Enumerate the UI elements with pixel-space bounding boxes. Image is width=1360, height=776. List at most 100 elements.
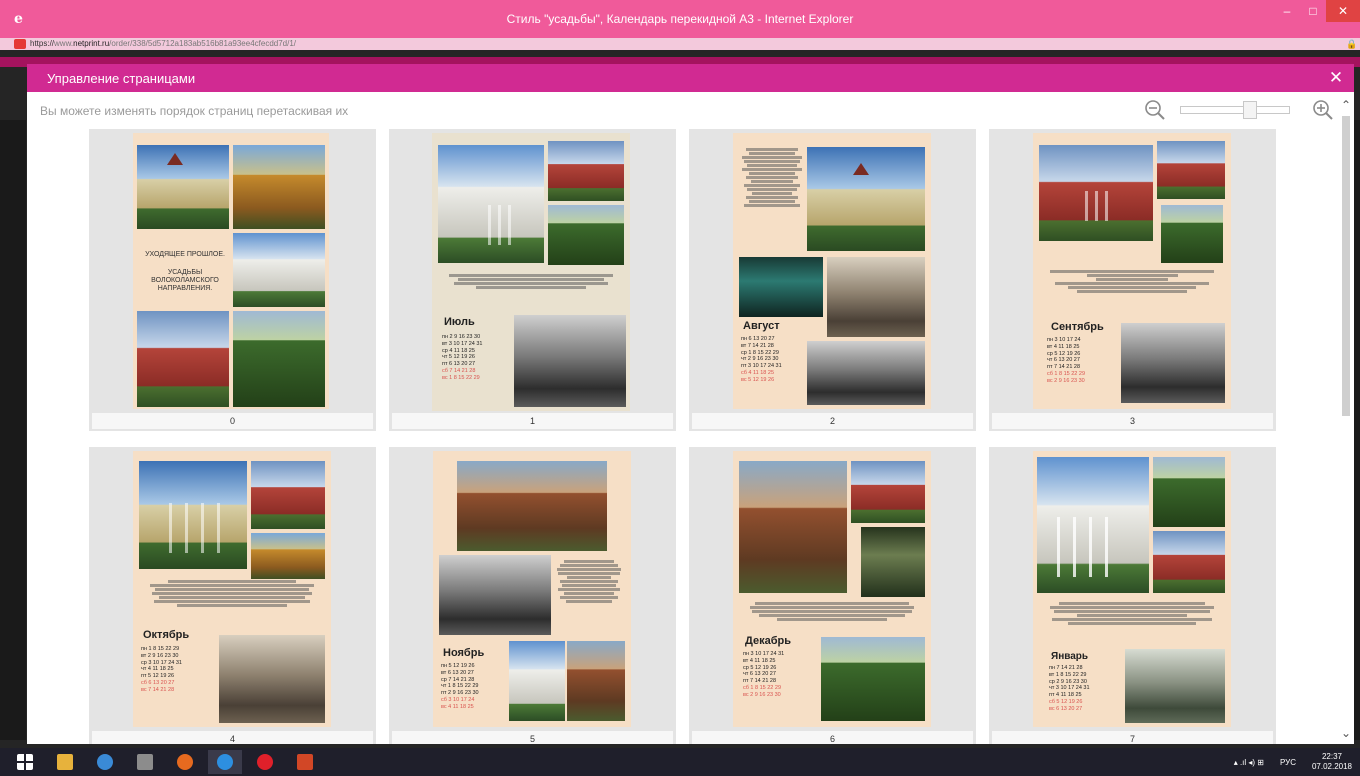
scrollbar-thumb[interactable] [1342, 116, 1350, 416]
month-title: Сентябрь [1051, 321, 1104, 333]
calendar-row: пт 5 12 19 26 [141, 673, 175, 680]
page-number-label: 6 [692, 731, 973, 744]
calendar-row: вт 3 10 17 24 31 [442, 340, 483, 347]
zoom-slider-thumb[interactable] [1243, 101, 1258, 119]
month-title: Август [743, 320, 780, 332]
calendar-row: сб 1 8 15 22 29 [1047, 370, 1086, 377]
page-thumbnail[interactable]: Декабрь пн 3 10 17 24 31 вт 4 11 18 25 с… [689, 447, 976, 730]
calendar-row: чт 3 10 17 24 31 [1049, 685, 1090, 692]
photo [457, 461, 607, 551]
calendar-row: сб 5 12 19 26 [1049, 698, 1083, 705]
month-calendar: пн 6 13 20 27 вт 7 14 21 28 ср 1 8 15 22… [741, 336, 782, 384]
page-thumbnail[interactable]: Сентябрь пн 3 10 17 24 вт 4 11 18 25 ср … [989, 129, 1276, 412]
language-indicator[interactable]: РУС [1280, 758, 1296, 767]
calendar-row: сб 1 8 15 22 29 [743, 684, 782, 691]
page-card[interactable]: Август пн 6 13 20 27 вт 7 14 21 28 ср 1 … [689, 129, 976, 431]
taskbar-app[interactable] [88, 750, 122, 774]
calendar-row: чт 4 11 18 25 [141, 666, 174, 673]
scroll-up-icon[interactable]: ⌃ [1338, 96, 1354, 114]
lock-icon[interactable]: 🔒 [1346, 39, 1357, 49]
page-description [141, 579, 323, 608]
page-thumbnail[interactable]: Октябрь пн 1 8 15 22 29 вт 2 9 16 23 30 … [89, 447, 376, 730]
page-description [1041, 269, 1223, 294]
month-calendar: пн 2 9 16 23 30 вт 3 10 17 24 31 ср 4 11… [442, 334, 483, 382]
calendar-page-preview: Январь пн 7 14 21 28 вт 1 8 15 22 29 ср … [1033, 451, 1231, 727]
calendar-row: ср 1 8 15 22 29 [741, 349, 779, 356]
zoom-out-icon[interactable] [1144, 99, 1166, 121]
clock-time: 22:37 [1321, 752, 1343, 761]
calendar-page-preview: УХОДЯЩЕЕ ПРОШЛОЕ. УСАДЬБЫ ВОЛОКОЛАМСКОГО… [133, 133, 329, 409]
calendar-row: вс 4 11 18 25 [441, 703, 474, 710]
calendar-row: пт 4 11 18 25 [1049, 692, 1082, 699]
page-thumbnail[interactable]: Январь пн 7 14 21 28 вт 1 8 15 22 29 ср … [989, 447, 1276, 730]
maximize-button[interactable]: □ [1300, 0, 1326, 22]
month-calendar: пн 3 10 17 24 вт 4 11 18 25 ср 5 12 19 2… [1047, 337, 1085, 385]
page-card[interactable]: Июль пн 2 9 16 23 30 вт 3 10 17 24 31 ср… [389, 129, 676, 431]
scroll-down-icon[interactable]: ⌄ [1338, 724, 1354, 742]
photo [233, 311, 325, 407]
address-bar[interactable]: https://www.netprint.ru/order/338/5d5712… [0, 38, 1360, 50]
windows-start-icon [17, 754, 33, 770]
page-management-dialog: Управление страницами ✕ Вы можете изменя… [27, 64, 1354, 744]
clock[interactable]: 22:37 07.02.2018 [1310, 752, 1354, 772]
calendar-row: пн 2 9 16 23 30 [442, 334, 481, 340]
calendar-page-preview: Октябрь пн 1 8 15 22 29 вт 2 9 16 23 30 … [133, 451, 331, 727]
page-number-label: 0 [92, 413, 373, 429]
zoom-in-icon[interactable] [1312, 99, 1334, 121]
calendar-row: пн 5 12 19 26 [441, 663, 475, 669]
photo [807, 341, 925, 405]
file-explorer-icon [57, 754, 73, 770]
dialog-close-icon[interactable]: ✕ [1326, 68, 1346, 88]
page-thumbnail[interactable]: УХОДЯЩЕЕ ПРОШЛОЕ. УСАДЬБЫ ВОЛОКОЛАМСКОГО… [89, 129, 376, 412]
page-number-label: 5 [392, 731, 673, 744]
calendar-row: пн 6 13 20 27 [741, 336, 775, 342]
taskbar-explorer[interactable] [48, 750, 82, 774]
calendar-row: пт 3 10 17 24 31 [741, 363, 782, 370]
page-card[interactable]: Январь пн 7 14 21 28 вт 1 8 15 22 29 ср … [989, 447, 1276, 744]
calendar-row: пн 3 10 17 24 [1047, 337, 1081, 343]
opera-icon [257, 754, 273, 770]
dialog-title: Управление страницами [47, 71, 196, 86]
url-scheme: https:// [30, 39, 55, 48]
powerpoint-icon [297, 754, 313, 770]
minimize-button[interactable]: – [1274, 0, 1300, 22]
page-description [739, 147, 805, 208]
taskbar-firefox[interactable] [168, 750, 202, 774]
taskbar-app[interactable] [128, 750, 162, 774]
calendar-row: ср 5 12 19 26 [1047, 350, 1081, 357]
calendar-page-preview: Ноябрь пн 5 12 19 26 вт 6 13 20 27 ср 7 … [433, 451, 631, 727]
calendar-row: пн 1 8 15 22 29 [141, 646, 180, 652]
cover-title: УХОДЯЩЕЕ ПРОШЛОЕ. [145, 251, 225, 258]
page-thumbnail[interactable]: Август пн 6 13 20 27 вт 7 14 21 28 ср 1 … [689, 129, 976, 412]
window-titlebar: e Стиль "усадьбы", Календарь перекидной … [0, 0, 1360, 38]
taskbar-opera[interactable] [248, 750, 282, 774]
page-card[interactable]: Декабрь пн 3 10 17 24 31 вт 4 11 18 25 с… [689, 447, 976, 744]
calendar-page-preview: Июль пн 2 9 16 23 30 вт 3 10 17 24 31 ср… [432, 133, 630, 411]
address-url[interactable]: https://www.netprint.ru/order/338/5d5712… [30, 38, 296, 50]
page-card[interactable]: УХОДЯЩЕЕ ПРОШЛОЕ. УСАДЬБЫ ВОЛОКОЛАМСКОГО… [89, 129, 376, 431]
photo [827, 257, 925, 337]
photo [233, 145, 325, 229]
calendar-row: вс 1 8 15 22 29 [442, 374, 480, 381]
dialog-header: Управление страницами ✕ [27, 64, 1354, 92]
page-thumbnail[interactable]: Июль пн 2 9 16 23 30 вт 3 10 17 24 31 ср… [389, 129, 676, 412]
close-window-button[interactable]: ✕ [1326, 0, 1360, 22]
taskbar-powerpoint[interactable] [288, 750, 322, 774]
start-button[interactable] [8, 750, 42, 774]
page-card[interactable]: Сентябрь пн 3 10 17 24 вт 4 11 18 25 ср … [989, 129, 1276, 431]
page-card[interactable]: Ноябрь пн 5 12 19 26 вт 6 13 20 27 ср 7 … [389, 447, 676, 744]
page-number-label: 4 [92, 731, 373, 744]
dialog-scrollbar[interactable]: ⌃ ⌄ [1338, 92, 1354, 744]
page-card[interactable]: Октябрь пн 1 8 15 22 29 вт 2 9 16 23 30 … [89, 447, 376, 744]
page-thumbnail[interactable]: Ноябрь пн 5 12 19 26 вт 6 13 20 27 ср 7 … [389, 447, 676, 730]
tray-icons[interactable]: ▴ .ıl ◂) ⊞ [1234, 758, 1264, 767]
taskbar-internet-explorer[interactable] [208, 750, 242, 774]
clock-date: 07.02.2018 [1311, 762, 1353, 771]
calendar-row: сб 6 13 20 27 [141, 679, 175, 686]
photo [807, 147, 925, 251]
calendar-row: ср 3 10 17 24 31 [141, 659, 182, 666]
internet-explorer-icon [217, 754, 233, 770]
photo [861, 527, 925, 597]
zoom-slider-track[interactable] [1180, 106, 1290, 114]
photo [137, 311, 229, 407]
